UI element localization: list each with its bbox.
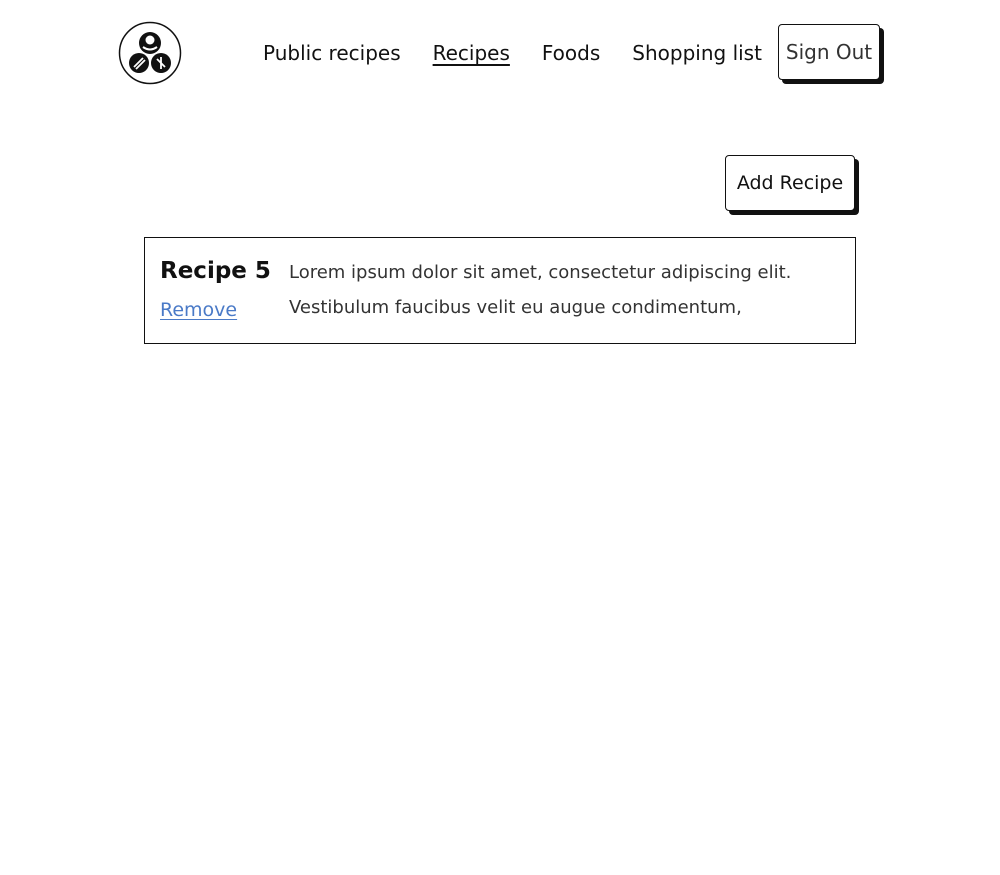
nav-public-recipes[interactable]: Public recipes: [263, 41, 401, 65]
nav-foods[interactable]: Foods: [542, 41, 600, 65]
recipe-card: Recipe 5 Remove Lorem ipsum dolor sit am…: [144, 237, 856, 344]
recipe-title[interactable]: Recipe 5: [160, 258, 271, 284]
nav-recipes[interactable]: Recipes: [433, 41, 510, 65]
nav-shopping-list[interactable]: Shopping list: [632, 41, 762, 65]
recipe-description: Lorem ipsum dolor sit amet, consectetur …: [289, 262, 792, 318]
logo-icon[interactable]: [118, 21, 182, 85]
remove-recipe-link[interactable]: Remove: [160, 299, 237, 321]
sign-out-button[interactable]: Sign Out: [778, 24, 880, 80]
add-recipe-button[interactable]: Add Recipe: [725, 155, 855, 211]
page: Public recipes Recipes Foods Shopping li…: [0, 0, 1000, 875]
main-nav: Public recipes Recipes Foods Shopping li…: [263, 38, 794, 68]
